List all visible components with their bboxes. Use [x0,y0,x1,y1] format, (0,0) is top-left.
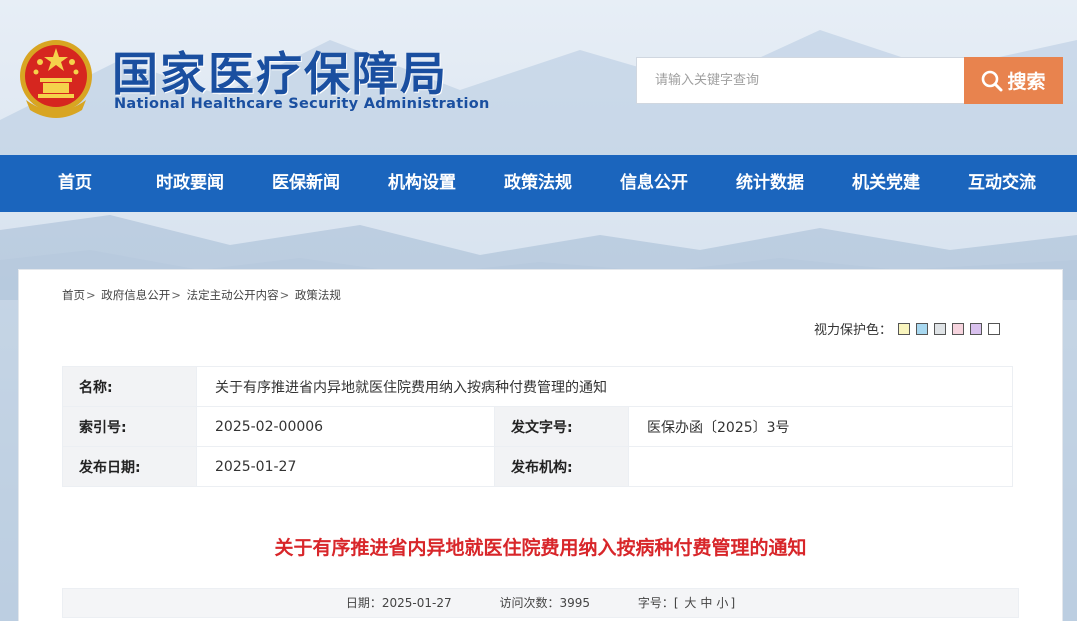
document-meta-bar: 日期：2025-01-27 访问次数：3995 字号：[ 大中小] [62,588,1019,618]
site-title[interactable]: 国家医疗保障局 [112,38,448,104]
org-label: 发布机构: [494,446,629,487]
breadcrumb-statutory[interactable]: 法定主动公开内容 [187,288,279,302]
swatch-gray[interactable] [934,322,947,335]
nav-item-medical-insurance-news[interactable]: 医保新闻 [272,155,340,212]
date-value: 2025-01-27 [196,446,495,487]
fontsize-medium-button[interactable]: 中 [700,596,712,610]
fontsize-bracket-open: [ [673,596,679,610]
vision-label: 视力保护色： [814,323,893,338]
name-label: 名称: [62,366,197,407]
search-field[interactable] [636,57,966,104]
search-button[interactable]: 搜索 [964,57,1063,104]
breadcrumb-home[interactable]: 首页 [62,288,85,302]
date-label: 发布日期: [62,446,197,487]
search-icon [982,70,1003,91]
nav-item-information-disclosure[interactable]: 信息公开 [620,155,688,212]
nav-item-politics-news[interactable]: 时政要闻 [156,155,224,212]
meta-fontsize-label: 字号： [637,596,674,610]
docno-value: 医保办函〔2025〕3号 [628,406,1013,447]
document-info-table: 名称: 关于有序推进省内异地就医住院费用纳入按病种付费管理的通知 索引号: 20… [62,366,1013,487]
swatch-yellow[interactable] [898,322,911,335]
table-row: 索引号: 2025-02-00006 发文字号: 医保办函〔2025〕3号 [62,406,1013,447]
meta-visits: 访问次数：3995 [499,596,590,610]
nav-item-party-building[interactable]: 机关党建 [852,155,920,212]
meta-visits-label: 访问次数： [499,596,560,610]
main-nav: 首页 时政要闻 医保新闻 机构设置 政策法规 信息公开 统计数据 机关党建 互动… [0,155,1077,212]
index-value: 2025-02-00006 [196,406,495,447]
content-panel: 首页> 政府信息公开> 法定主动公开内容> 政策法规 视力保护色： 名称: 关于… [18,269,1063,621]
fontsize-small-button[interactable]: 小 [716,596,728,610]
org-value [628,446,1013,487]
search-input[interactable] [655,59,955,102]
fontsize-bracket-close: ] [730,596,736,610]
search-button-label: 搜索 [1007,71,1046,93]
swatch-blue[interactable] [916,322,929,335]
meta-date-label: 日期： [345,596,382,610]
document-title: 关于有序推进省内异地就医住院费用纳入按病种付费管理的通知 [274,537,807,559]
nav-item-organization[interactable]: 机构设置 [388,155,456,212]
site-header: 国家医疗保障局 National Healthcare Security Adm… [0,0,1077,155]
breadcrumb: 首页> 政府信息公开> 法定主动公开内容> 政策法规 [62,288,341,302]
index-label: 索引号: [62,406,197,447]
breadcrumb-gov-info[interactable]: 政府信息公开 [101,288,170,302]
swatch-purple[interactable] [970,322,983,335]
breadcrumb-policies[interactable]: 政策法规 [295,288,341,302]
meta-visits-value: 3995 [559,596,591,610]
vision-protection-colors: 视力保护色： [814,319,1001,338]
swatch-white[interactable] [988,322,1001,335]
name-value: 关于有序推进省内异地就医住院费用纳入按病种付费管理的通知 [196,366,1013,407]
docno-label: 发文字号: [494,406,629,447]
national-emblem-icon[interactable] [16,36,96,118]
fontsize-large-button[interactable]: 大 [684,596,696,610]
nav-item-statistics[interactable]: 统计数据 [736,155,804,212]
meta-date: 日期：2025-01-27 [346,596,452,610]
table-row: 名称: 关于有序推进省内异地就医住院费用纳入按病种付费管理的通知 [62,366,1013,407]
nav-item-interaction[interactable]: 互动交流 [968,155,1036,212]
meta-date-value: 2025-01-27 [381,596,452,610]
site-subtitle: National Healthcare Security Administrat… [114,96,490,112]
meta-fontsize: 字号：[ 大中小] [638,596,735,610]
nav-item-policies[interactable]: 政策法规 [504,155,572,212]
swatch-pink[interactable] [952,322,965,335]
table-row: 发布日期: 2025-01-27 发布机构: [62,446,1013,487]
nav-item-home[interactable]: 首页 [58,155,92,212]
